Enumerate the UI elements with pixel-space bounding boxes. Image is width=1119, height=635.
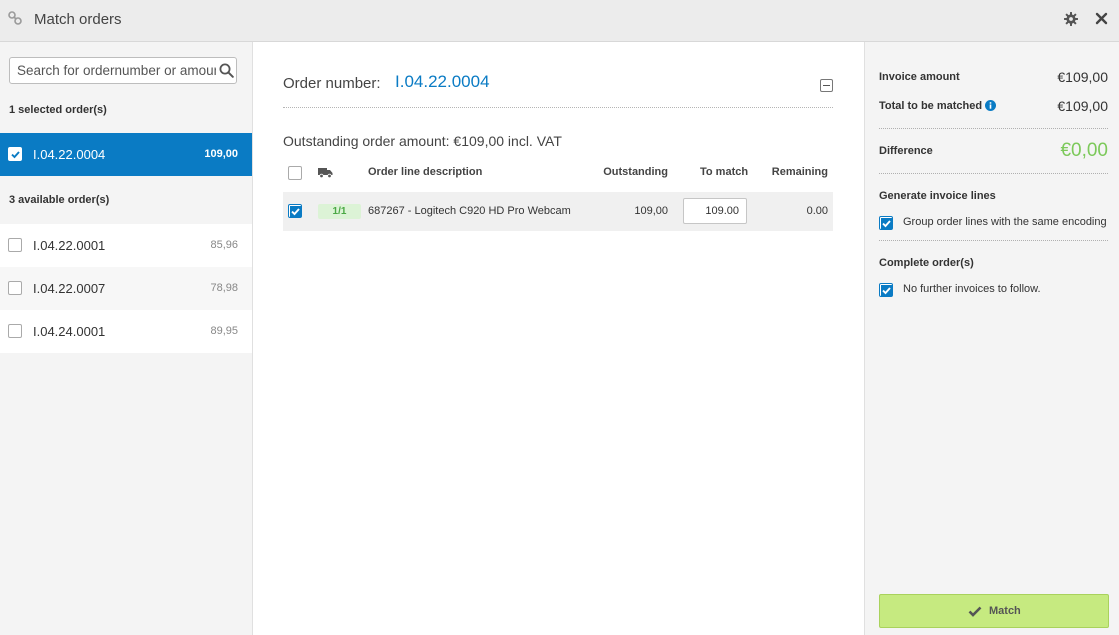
line-description: 687267 - Logitech C920 HD Pro Webcam (368, 205, 571, 217)
order-checkbox[interactable] (8, 238, 22, 252)
col-outstanding: Outstanding (603, 166, 668, 178)
group-lines-checkbox[interactable] (879, 216, 893, 230)
info-icon[interactable] (985, 100, 996, 111)
orders-panel: 1 selected order(s) I.04.22.0004 109,00 … (0, 42, 253, 635)
search-input[interactable] (10, 58, 216, 83)
invoice-amount-label: Invoice amount (879, 71, 960, 83)
title-bar: Match orders (0, 0, 1119, 42)
select-all-checkbox[interactable] (288, 166, 302, 180)
order-line-row: 1/1 687267 - Logitech C920 HD Pro Webcam… (283, 192, 833, 231)
order-number: I.04.22.0007 (33, 281, 106, 296)
available-order-row[interactable]: I.04.22.0001 85,96 (0, 224, 252, 267)
order-amount: 85,96 (210, 239, 238, 251)
order-amount: 78,98 (210, 282, 238, 294)
total-to-match-label: Total to be matched (879, 100, 983, 112)
check-icon (968, 606, 982, 617)
summary-panel: Invoice amount €109,00 Total to be match… (864, 42, 1119, 635)
divider (283, 107, 833, 108)
divider (879, 240, 1108, 241)
order-number-label: Order number: (283, 75, 381, 92)
match-button-label: Match (989, 605, 1021, 617)
collapse-icon[interactable] (820, 79, 833, 92)
col-to-match: To match (700, 166, 749, 178)
order-checkbox[interactable] (8, 281, 22, 295)
truck-icon (318, 168, 333, 178)
order-amount: 89,95 (210, 325, 238, 337)
checkmark-icon (10, 149, 21, 160)
checkmark-icon (881, 218, 892, 229)
col-description: Order line description (368, 166, 483, 178)
total-to-match-value: €109,00 (1057, 98, 1108, 114)
complete-orders-heading: Complete order(s) (879, 257, 974, 269)
no-further-invoices-checkbox[interactable] (879, 283, 893, 297)
order-number-value: I.04.22.0004 (395, 72, 490, 91)
window-title: Match orders (34, 11, 122, 28)
available-order-row[interactable]: I.04.24.0001 89,95 (0, 310, 252, 353)
invoice-amount-value: €109,00 (1057, 69, 1108, 85)
order-checkbox[interactable] (8, 324, 22, 338)
available-order-row[interactable]: I.04.22.0007 78,98 (0, 267, 252, 310)
order-number: I.04.22.0001 (33, 238, 106, 253)
no-further-invoices-label: No further invoices to follow. (903, 283, 1041, 295)
difference-value: €0,00 (1060, 140, 1108, 161)
outstanding-amount: Outstanding order amount: €109,00 incl. … (283, 133, 562, 149)
match-button[interactable]: Match (879, 594, 1109, 628)
search-box (9, 57, 237, 84)
link-icon (8, 11, 22, 25)
divider (879, 173, 1108, 174)
col-remaining: Remaining (771, 166, 828, 178)
line-checkbox[interactable] (288, 204, 302, 218)
order-checkbox[interactable] (8, 147, 22, 161)
line-outstanding: 109,00 (634, 205, 668, 217)
order-number: I.04.24.0001 (33, 324, 106, 339)
close-icon[interactable] (1095, 12, 1108, 25)
gear-icon[interactable] (1064, 12, 1078, 26)
order-amount: 109,00 (204, 148, 238, 160)
order-detail-panel: Order number: I.04.22.0004 Outstanding o… (253, 42, 864, 635)
order-number: I.04.22.0004 (33, 147, 106, 162)
checkmark-icon (290, 206, 301, 217)
checkmark-icon (881, 285, 892, 296)
line-remaining: 0.00 (806, 205, 828, 217)
difference-label: Difference (879, 145, 933, 157)
divider (879, 128, 1108, 129)
delivery-badge: 1/1 (318, 204, 361, 219)
selected-order-row[interactable]: I.04.22.0004 109,00 (0, 133, 252, 176)
search-icon[interactable] (219, 63, 234, 78)
generate-lines-heading: Generate invoice lines (879, 190, 996, 202)
group-lines-label: Group order lines with the same encoding (903, 216, 1107, 228)
to-match-input[interactable] (683, 198, 747, 224)
available-orders-heading: 3 available order(s) (9, 194, 110, 206)
selected-orders-heading: 1 selected order(s) (9, 104, 107, 116)
